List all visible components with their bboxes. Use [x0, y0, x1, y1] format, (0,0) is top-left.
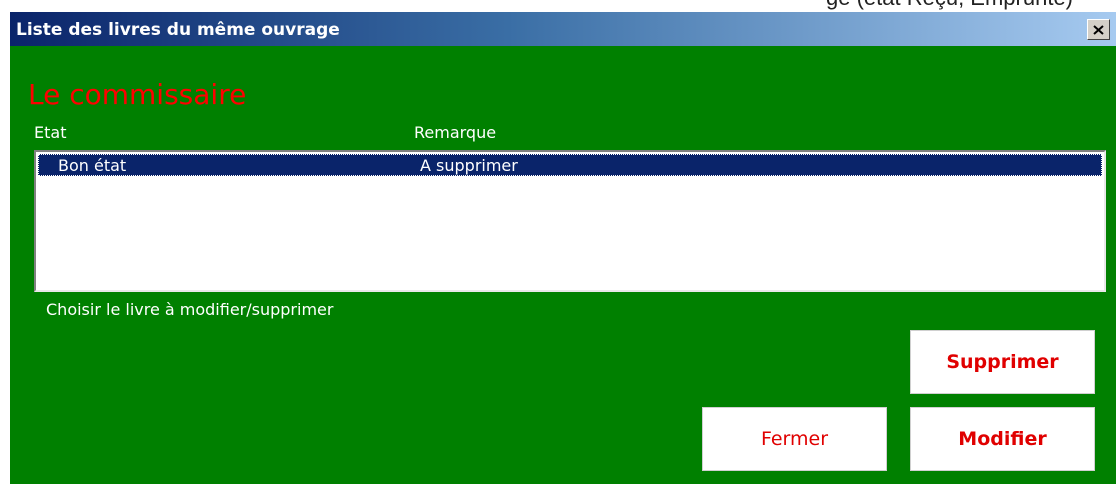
column-header-remarque: Remarque	[414, 123, 497, 142]
background-text: ge (état Reçu, Emprunté)	[826, 0, 1073, 11]
books-listbox[interactable]: Bon état A supprimer	[34, 150, 1106, 292]
close-dialog-button[interactable]: Fermer	[702, 407, 887, 471]
close-icon	[1093, 24, 1104, 35]
delete-button[interactable]: Supprimer	[910, 330, 1095, 394]
title-bar[interactable]: Liste des livres du même ouvrage	[10, 12, 1116, 46]
cell-remarque: A supprimer	[420, 156, 518, 175]
background-text-fragment: ge (état Reçu, Emprunté)	[0, 0, 1116, 12]
cell-etat: Bon état	[58, 156, 127, 175]
book-title: Le commissaire	[28, 78, 247, 111]
close-button[interactable]	[1087, 19, 1110, 40]
edit-button[interactable]: Modifier	[910, 407, 1095, 471]
list-item[interactable]: Bon état A supprimer	[38, 154, 1102, 176]
books-list-dialog: Liste des livres du même ouvrage Le comm…	[10, 12, 1116, 484]
column-header-etat: Etat	[34, 123, 67, 142]
dialog-title: Liste des livres du même ouvrage	[16, 20, 340, 40]
instruction-text: Choisir le livre à modifier/supprimer	[46, 300, 334, 319]
